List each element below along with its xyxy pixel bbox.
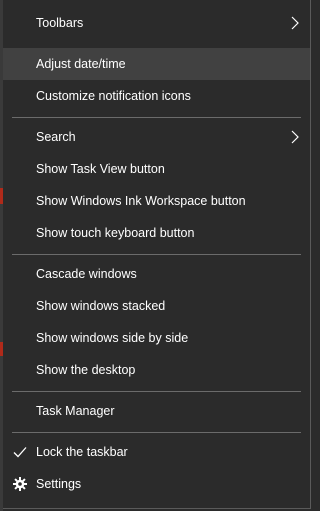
- menu-item-show-windows-ink-workspace-button[interactable]: Show Windows Ink Workspace button: [3, 185, 310, 217]
- menu-item-show-windows-stacked[interactable]: Show windows stacked: [3, 290, 310, 322]
- menu-item-toolbars[interactable]: Toolbars: [3, 7, 310, 39]
- gear-icon: [13, 477, 27, 491]
- menu-item-label: Settings: [36, 477, 82, 491]
- menu-separator: [12, 254, 301, 255]
- menu-item-label: Adjust date/time: [36, 57, 126, 71]
- chevron-right-icon: [291, 130, 299, 144]
- chevron-right-icon: [291, 16, 299, 30]
- menu-item-settings[interactable]: Settings: [3, 468, 310, 500]
- checkmark-icon: [13, 447, 27, 458]
- menu-item-adjust-date-time[interactable]: Adjust date/time: [3, 48, 310, 80]
- menu-item-label: Show Windows Ink Workspace button: [36, 194, 246, 208]
- menu-item-cascade-windows[interactable]: Cascade windows: [3, 258, 310, 290]
- menu-separator: [12, 391, 301, 392]
- menu-item-label: Lock the taskbar: [36, 445, 128, 459]
- menu-item-show-the-desktop[interactable]: Show the desktop: [3, 354, 310, 386]
- menu-item-label: Toolbars: [36, 16, 84, 30]
- menu-separator: [12, 117, 301, 118]
- menu-item-lock-the-taskbar[interactable]: Lock the taskbar: [3, 436, 310, 468]
- menu-separator: [12, 432, 301, 433]
- menu-item-label: Task Manager: [36, 404, 115, 418]
- menu-item-show-windows-side-by-side[interactable]: Show windows side by side: [3, 322, 310, 354]
- menu-item-task-manager[interactable]: Task Manager: [3, 395, 310, 427]
- menu-item-label: Cascade windows: [36, 267, 137, 281]
- menu-item-show-touch-keyboard-button[interactable]: Show touch keyboard button: [3, 217, 310, 249]
- menu-item-label: Show the desktop: [36, 363, 136, 377]
- menu-item-label: Show windows stacked: [36, 299, 166, 313]
- menu-item-label: Show windows side by side: [36, 331, 189, 345]
- taskbar-context-menu: Toolbars Adjust date/time Customize noti…: [3, 0, 311, 509]
- menu-item-label: Show touch keyboard button: [36, 226, 195, 240]
- menu-item-label: Search: [36, 130, 76, 144]
- menu-item-label: Show Task View button: [36, 162, 165, 176]
- menu-item-show-task-view-button[interactable]: Show Task View button: [3, 153, 310, 185]
- menu-item-label: Customize notification icons: [36, 89, 191, 103]
- menu-item-search[interactable]: Search: [3, 121, 310, 153]
- menu-item-customize-notification-icons[interactable]: Customize notification icons: [3, 80, 310, 112]
